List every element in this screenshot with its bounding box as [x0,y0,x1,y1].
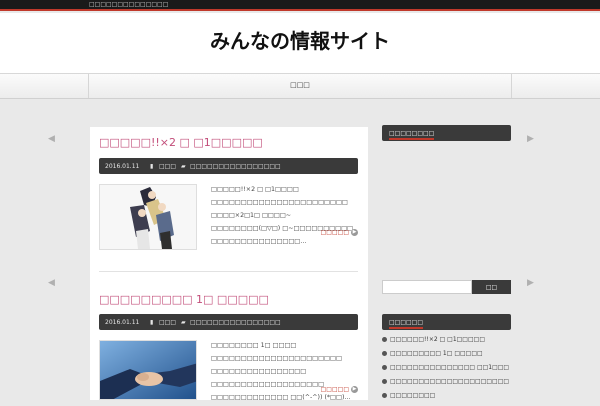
post-date: 2016.01.11 [105,163,140,170]
category-icon: ▰ [181,319,186,326]
site-title[interactable]: みんなの情報サイト [0,25,600,54]
read-more-label: □□□□□ [320,386,349,393]
post-divider [99,271,358,272]
post-thumbnail[interactable] [99,184,197,250]
recent-posts-list: □□□□□□!!×2 □ □1□□□□□ □□□□□□□□□ 1□ □□□□□ … [382,336,522,406]
post-author[interactable]: □□□ [159,319,176,326]
global-nav: □□□ [0,74,600,99]
post-excerpt: □□□□□□□□ 1□ □□□□ □□□□□□□□□□□□□□□□□□□□□□ … [211,342,351,401]
post-category[interactable]: □□□□□□□□□□□□□□□□ [190,163,281,170]
sidebar-widget-title: □□□□□□□□ [382,125,511,141]
post-title[interactable]: □□□□□!!×2 □ □1□□□□□ [99,136,263,149]
author-icon: ▮ [150,319,154,326]
site-tagline: □□□□□□□□□□□□□□ [89,1,169,8]
post-meta-bar: 2016.01.11 ▮ □□□ ▰ □□□□□□□□□□□□□□□□ [99,314,358,330]
handshake-image [100,341,196,399]
bullet-icon [382,365,387,370]
bullet-icon [382,337,387,342]
search-input[interactable] [382,280,472,294]
bullet-icon [382,393,387,398]
post-thumbnail[interactable] [99,340,197,400]
post-title[interactable]: □□□□□□□□□ 1□ □□□□□ [99,293,269,306]
bullet-icon [382,351,387,356]
main-content: □□□□□!!×2 □ □1□□□□□ 2016.01.11 ▮ □□□ ▰ □… [90,127,368,401]
read-more-link[interactable]: □□□□□ ▶ [321,386,358,393]
next-arrow-icon[interactable]: ▶ [527,134,534,144]
anime-illustration-image [100,185,196,249]
post-meta-bar: 2016.01.11 ▮ □□□ ▰ □□□□□□□□□□□□□□□□ [99,158,358,174]
prev-arrow-icon[interactable]: ◀ [48,278,55,288]
site-header: みんなの情報サイト [0,13,600,74]
recent-post-link[interactable]: □□□□□□!!×2 □ □1□□□□□ [382,336,522,350]
bullet-icon [382,379,387,384]
recent-post-link[interactable]: □□□□□□□□□□□□□□□□□□□□□ [382,378,522,392]
next-arrow-icon[interactable]: ▶ [527,278,534,288]
post-date: 2016.01.11 [105,319,140,326]
post-category[interactable]: □□□□□□□□□□□□□□□□ [190,319,281,326]
recent-posts-title: □□□□□□ [382,314,511,330]
nav-item-home[interactable]: □□□ [0,81,600,89]
arrow-right-icon: ▶ [351,386,358,393]
post-author[interactable]: □□□ [159,163,176,170]
read-more-link[interactable]: □□□□□ ▶ [321,229,358,236]
search-button[interactable]: □□ [472,280,511,294]
top-bar: □□□□□□□□□□□□□□ [0,0,600,11]
recent-post-link[interactable]: □□□□□□□□□ 1□ □□□□□ [382,350,522,364]
prev-arrow-icon[interactable]: ◀ [48,134,55,144]
category-icon: ▰ [181,163,186,170]
recent-post-link[interactable]: □□□□□□□□ [382,392,522,406]
post-excerpt: □□□□□!!×2 □ □1□□□□ □□□□□□□□□□□□□□□□□□□□□… [211,186,353,245]
read-more-label: □□□□□ [320,229,349,236]
recent-post-link[interactable]: □□□□□□□□□□□□□□□ □□1□□□ [382,364,522,378]
arrow-right-icon: ▶ [351,229,358,236]
author-icon: ▮ [150,163,154,170]
